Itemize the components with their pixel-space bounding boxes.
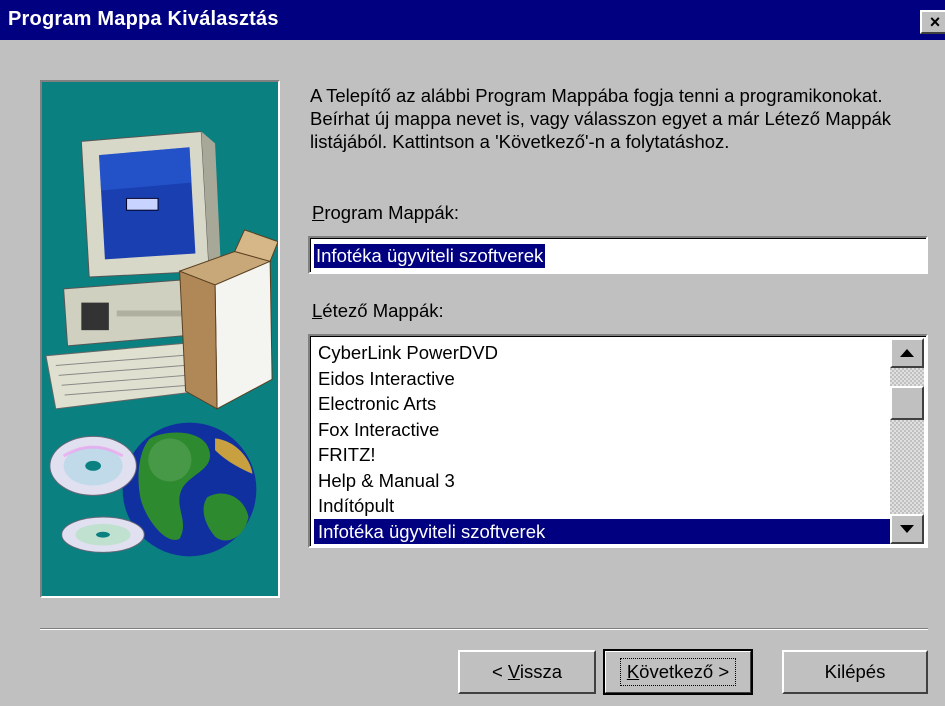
exit-button[interactable]: Kilépés: [782, 650, 928, 694]
close-icon: ×: [929, 11, 941, 32]
program-folders-label-mnemonic: P: [312, 202, 325, 223]
computer-globe-illustration: [45, 130, 278, 557]
list-scrollbar[interactable]: [890, 338, 924, 544]
list-item[interactable]: CyberLink PowerDVD: [314, 340, 894, 366]
program-folders-label: Program Mappák:: [312, 202, 459, 224]
scroll-thumb[interactable]: [890, 386, 924, 420]
program-folder-value: Infotéka ügyviteli szoftverek: [314, 244, 546, 268]
list-item[interactable]: Help & Manual 3: [314, 468, 894, 494]
exit-button-label: Kilépés: [824, 661, 886, 682]
list-item[interactable]: Eidos Interactive: [314, 366, 894, 392]
program-folder-input[interactable]: Infotéka ügyviteli szoftverek: [308, 236, 928, 274]
next-button-label: Következő >: [619, 658, 737, 686]
existing-folders-label-mnemonic: L: [312, 300, 323, 321]
arrow-down-icon: [900, 525, 914, 533]
window-title: Program Mappa Kiválasztás: [8, 8, 279, 30]
scroll-up-button[interactable]: [890, 338, 924, 368]
existing-folders-list[interactable]: CyberLink PowerDVD Eidos Interactive Ele…: [308, 334, 928, 548]
back-button[interactable]: < Vissza: [458, 650, 596, 694]
existing-folders-label: Létező Mappák:: [312, 300, 444, 322]
back-button-text: issza: [519, 661, 563, 682]
list-item[interactable]: Indítópult: [314, 493, 894, 519]
close-button[interactable]: ×: [920, 10, 945, 34]
back-button-prefix: <: [491, 661, 508, 682]
next-button[interactable]: Következő >: [603, 649, 753, 695]
back-button-mnemonic: V: [507, 661, 520, 682]
scroll-down-button[interactable]: [890, 514, 924, 544]
next-button-mnemonic: K: [626, 661, 640, 682]
next-button-text: övetkező >: [639, 661, 730, 682]
back-button-label: < Vissza: [492, 661, 562, 683]
existing-folders-label-text: étező Mappák:: [322, 300, 444, 321]
list-item[interactable]: FRITZ!: [314, 442, 894, 468]
program-folders-label-text: rogram Mappák:: [324, 202, 460, 223]
list-item[interactable]: Electronic Arts: [314, 391, 894, 417]
list-item[interactable]: Fox Interactive: [314, 417, 894, 443]
list-item-selected[interactable]: Infotéka ügyviteli szoftverek: [314, 518, 894, 544]
arrow-up-icon: [900, 349, 914, 357]
setup-illustration: [40, 80, 280, 598]
instructions-text: A Telepítő az alábbi Program Mappába fog…: [310, 85, 892, 152]
title-bar: Program Mappa Kiválasztás ×: [0, 0, 945, 40]
button-separator: [40, 628, 928, 630]
